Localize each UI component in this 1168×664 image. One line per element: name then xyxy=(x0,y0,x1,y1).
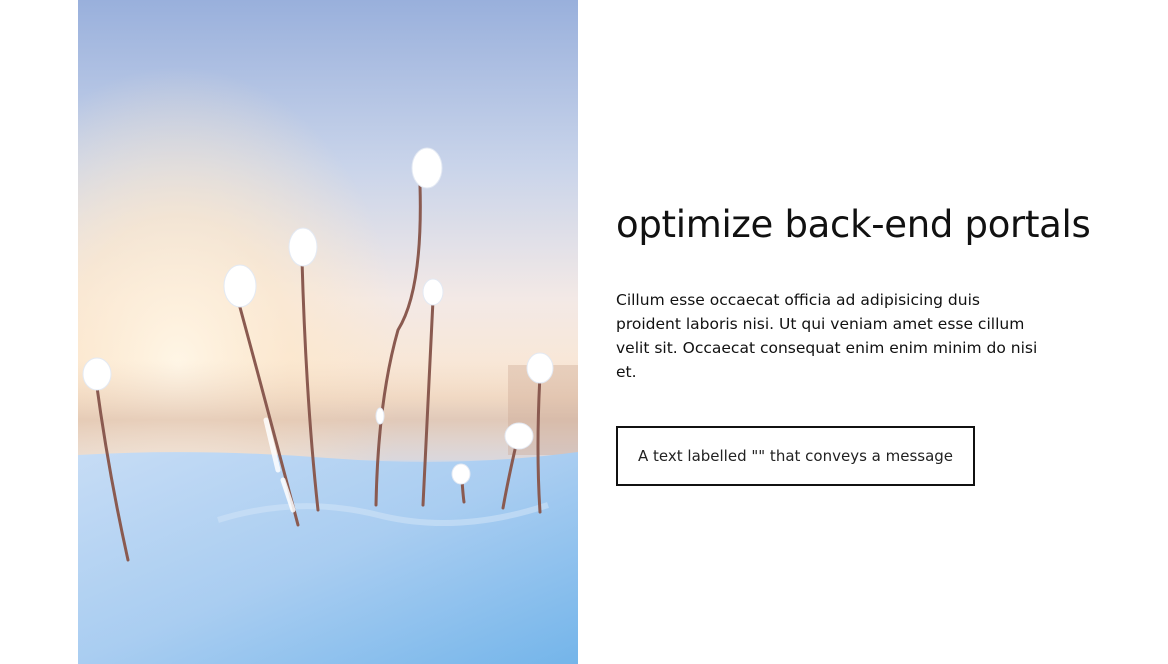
content-panel: optimize back-end portals Cillum esse oc… xyxy=(616,200,1136,486)
body-paragraph: Cillum esse occaecat officia ad adipisic… xyxy=(616,291,1038,381)
page-title: optimize back-end portals xyxy=(616,203,1091,246)
message-button[interactable]: A text labelled "" that conveys a messag… xyxy=(616,426,976,486)
hero-photo xyxy=(78,0,578,664)
page: optimize back-end portals Cillum esse oc… xyxy=(0,0,1168,664)
snow-plants-illustration xyxy=(78,0,578,664)
